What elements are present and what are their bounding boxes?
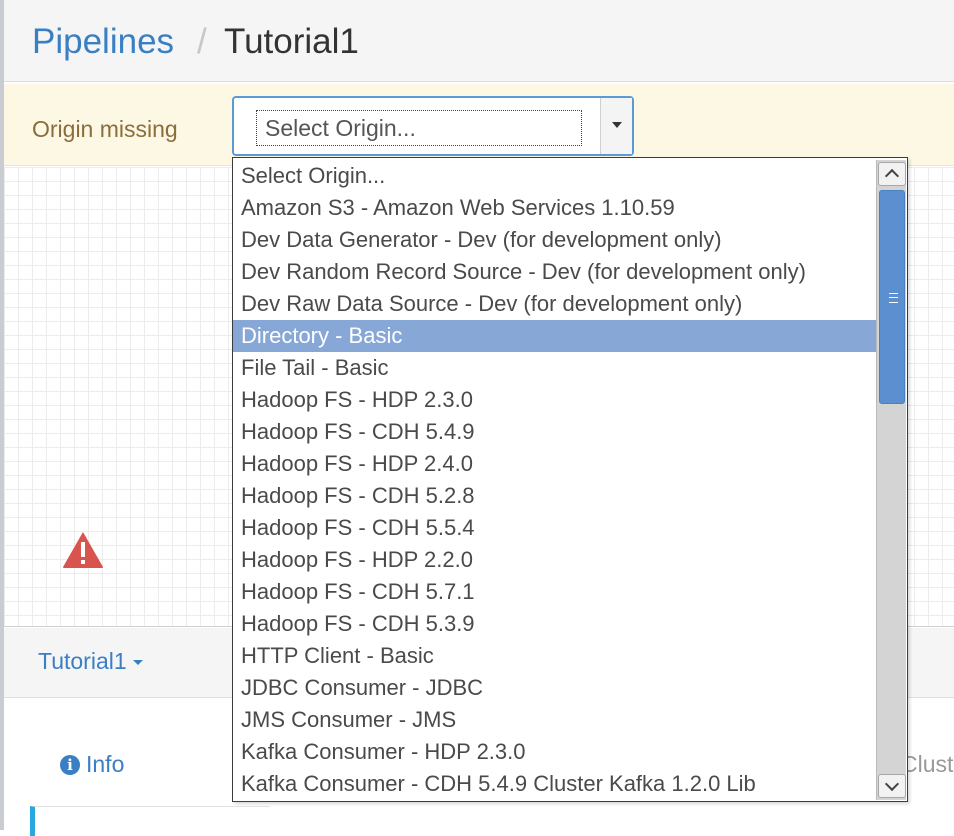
breadcrumb-pipelines-link[interactable]: Pipelines <box>32 22 174 62</box>
grip-icon <box>889 293 898 303</box>
origin-select-toggle[interactable] <box>600 98 632 154</box>
side-panel-item[interactable] <box>30 806 270 836</box>
breadcrumb-current-pipeline: Tutorial1 <box>224 22 359 61</box>
info-circle-icon: i <box>60 755 80 775</box>
left-border <box>0 0 4 830</box>
origin-option[interactable]: HTTP Client - Basic <box>233 640 876 672</box>
scrollbar-thumb[interactable] <box>879 190 905 404</box>
page-header: Pipelines / Tutorial1 <box>4 0 954 82</box>
origin-option[interactable]: JDBC Consumer - JDBC <box>233 672 876 704</box>
breadcrumb-separator: / <box>197 22 207 61</box>
origin-option[interactable]: File Tail - Basic <box>233 352 876 384</box>
origin-option[interactable]: Hadoop FS - CDH 5.7.1 <box>233 576 876 608</box>
origin-select[interactable]: Select Origin... <box>232 96 634 156</box>
origin-option[interactable]: Hadoop FS - HDP 2.4.0 <box>233 448 876 480</box>
dropdown-scrollbar[interactable] <box>876 160 906 800</box>
origin-select-value: Select Origin... <box>256 110 582 146</box>
origin-option[interactable]: Hadoop FS - CDH 5.4.9 <box>233 416 876 448</box>
tab-cluster[interactable]: Cluster <box>901 751 954 778</box>
origin-option[interactable]: JMS Consumer - JMS <box>233 704 876 736</box>
origin-option[interactable]: Amazon S3 - Amazon Web Services 1.10.59 <box>233 192 876 224</box>
tab-info-label: Info <box>86 751 125 777</box>
chevron-down-icon <box>884 776 900 792</box>
scroll-up-button[interactable] <box>878 162 906 186</box>
warning-triangle-icon[interactable] <box>62 531 104 569</box>
pipeline-name-dropdown[interactable]: Tutorial1 <box>38 648 143 675</box>
origin-option[interactable]: Select Origin... <box>233 160 876 192</box>
origin-option[interactable]: Hadoop FS - CDH 5.2.8 <box>233 480 876 512</box>
origin-option[interactable]: Directory - Basic <box>233 320 876 352</box>
tab-info[interactable]: i Info <box>60 751 124 778</box>
origin-option[interactable]: Kafka Consumer - HDP 2.3.0 <box>233 736 876 768</box>
origin-option[interactable]: Dev Random Record Source - Dev (for deve… <box>233 256 876 288</box>
caret-down-icon <box>132 660 143 666</box>
caret-down-icon <box>612 122 622 128</box>
origin-option[interactable]: Hadoop FS - HDP 2.2.0 <box>233 544 876 576</box>
origin-option[interactable]: Dev Raw Data Source - Dev (for developme… <box>233 288 876 320</box>
origin-option[interactable]: Hadoop FS - HDP 2.3.0 <box>233 384 876 416</box>
origin-option[interactable]: Hadoop FS - CDH 5.5.4 <box>233 512 876 544</box>
origin-option[interactable]: Kafka Consumer - CDH 5.4.9 Cluster Kafka… <box>233 768 876 800</box>
pipeline-name-label: Tutorial1 <box>38 648 127 674</box>
chevron-up-icon <box>884 168 900 184</box>
origin-option[interactable]: Dev Data Generator - Dev (for developmen… <box>233 224 876 256</box>
origin-dropdown-list[interactable]: Select Origin... Amazon S3 - Amazon Web S… <box>232 157 908 802</box>
scroll-down-button[interactable] <box>878 774 906 798</box>
origin-option[interactable]: Hadoop FS - CDH 5.3.9 <box>233 608 876 640</box>
alert-message: Origin missing <box>32 116 178 142</box>
